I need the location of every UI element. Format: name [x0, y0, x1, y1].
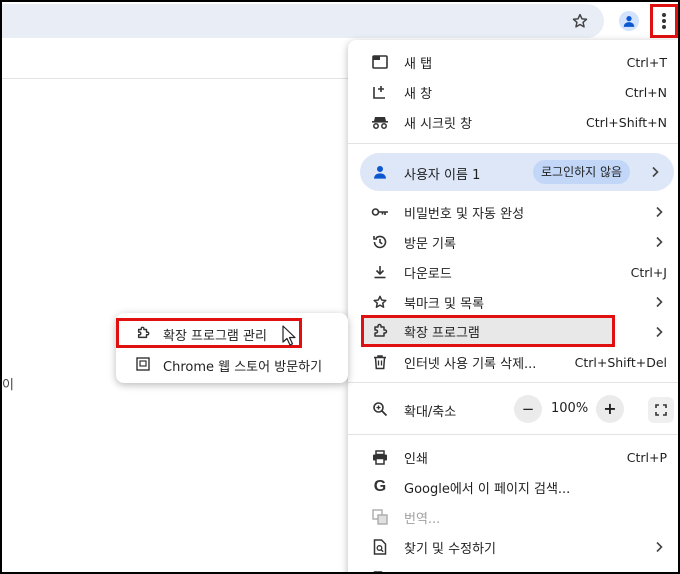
menu-item-find-edit[interactable]: 찾기 및 수정하기	[348, 532, 680, 562]
chevron-right-icon	[656, 206, 663, 218]
person-icon	[370, 162, 390, 182]
menu-item-label: 북마크 및 목록	[404, 296, 485, 312]
fullscreen-icon	[655, 404, 667, 416]
extensions-submenu: 확장 프로그램 관리 Chrome 웹 스토어 방문하기	[116, 313, 348, 383]
menu-item-translate[interactable]: 번역...	[348, 502, 680, 532]
menu-item-label: 확장 프로그램	[404, 325, 480, 341]
menu-item-bookmarks[interactable]: 북마크 및 목록	[348, 287, 680, 317]
submenu-item-label: Chrome 웹 스토어 방문하기	[163, 360, 323, 375]
chrome-main-menu: 새 탭 Ctrl+T 새 창 Ctrl+N 새 시크릿 창 Ctrl+Shift…	[348, 40, 680, 574]
page-icon	[371, 570, 389, 574]
submenu-item-web-store[interactable]: Chrome 웹 스토어 방문하기	[116, 349, 348, 379]
menu-divider	[348, 382, 680, 383]
menu-item-clear-browsing-data[interactable]: 인터넷 사용 기록 삭제... Ctrl+Shift+Del	[348, 347, 680, 377]
web-store-icon	[135, 356, 151, 372]
menu-item-print[interactable]: 인쇄 Ctrl+P	[348, 442, 680, 472]
profile-button[interactable]	[617, 9, 641, 33]
printer-icon	[371, 448, 389, 466]
menu-item-shortcut: Ctrl+Shift+N	[586, 114, 667, 130]
menu-item-search-google[interactable]: G Google에서 이 페이지 검색...	[348, 472, 680, 502]
find-page-icon	[371, 538, 389, 556]
menu-item-shortcut: Ctrl+Shift+Del	[574, 354, 667, 370]
page-divider	[0, 78, 350, 79]
translate-icon	[371, 508, 389, 526]
chrome-menu-button[interactable]	[650, 4, 678, 38]
new-tab-icon	[371, 53, 389, 71]
new-window-icon	[371, 83, 389, 101]
chevron-right-icon	[656, 236, 663, 248]
zoom-icon	[371, 400, 389, 418]
menu-item-label: 인쇄	[404, 451, 428, 467]
profile-avatar	[619, 11, 639, 31]
menu-item-downloads[interactable]: 다운로드 Ctrl+J	[348, 257, 680, 287]
menu-divider	[348, 143, 680, 144]
profile-icon	[623, 16, 635, 27]
trash-icon	[371, 353, 389, 371]
menu-item-label: 새 탭	[404, 56, 433, 72]
menu-divider	[348, 434, 680, 435]
menu-item-label: 다운로드	[404, 266, 452, 282]
incognito-icon	[371, 113, 389, 131]
chevron-right-icon	[652, 166, 659, 178]
submenu-item-label: 확장 프로그램 관리	[163, 329, 267, 344]
key-icon	[371, 203, 389, 221]
menu-item-label: 비밀번호 및 자동 완성	[404, 206, 525, 222]
download-icon	[371, 263, 389, 281]
menu-item-label: 새 창	[404, 86, 433, 102]
zoom-in-button[interactable]: +	[596, 395, 624, 423]
browser-toolbar	[0, 0, 680, 44]
zoom-label: 확대/축소	[404, 405, 457, 420]
menu-item-partial[interactable]	[348, 564, 680, 574]
menu-item-label: 찾기 및 수정하기	[404, 541, 496, 557]
profile-name: 사용자 이름 1	[404, 168, 481, 183]
history-icon	[371, 233, 389, 251]
menu-item-new-tab[interactable]: 새 탭 Ctrl+T	[348, 47, 680, 77]
chevron-right-icon	[656, 541, 663, 553]
menu-item-extensions[interactable]: 확장 프로그램	[348, 316, 680, 346]
kebab-menu-icon	[662, 13, 666, 29]
plus-icon: +	[603, 399, 617, 418]
menu-item-label: 번역...	[404, 511, 441, 527]
menu-item-label: 인터넷 사용 기록 삭제...	[404, 356, 537, 372]
zoom-out-button[interactable]: −	[514, 395, 542, 423]
bookmark-star-button[interactable]	[568, 9, 592, 33]
menu-item-shortcut: Ctrl+N	[624, 84, 667, 100]
google-icon: G	[373, 478, 387, 495]
puzzle-icon	[371, 322, 389, 340]
menu-item-shortcut: Ctrl+T	[626, 54, 667, 70]
menu-item-label: 새 시크릿 창	[404, 116, 473, 132]
menu-item-shortcut: Ctrl+P	[626, 449, 667, 465]
zoom-level-value: 100%	[551, 401, 589, 416]
fullscreen-button[interactable]	[648, 397, 674, 423]
page-text-fragment: 이	[2, 378, 14, 393]
chevron-right-icon	[656, 326, 663, 338]
signin-status-badge: 로그인하지 않음	[533, 160, 631, 184]
star-icon	[572, 13, 588, 28]
submenu-item-manage-extensions[interactable]: 확장 프로그램 관리	[116, 318, 348, 348]
menu-zoom-row: 확대/축소 − 100% +	[348, 392, 680, 426]
menu-item-label: Google에서 이 페이지 검색...	[404, 481, 571, 497]
menu-item-history[interactable]: 방문 기록	[348, 227, 680, 257]
menu-item-passwords[interactable]: 비밀번호 및 자동 완성	[348, 197, 680, 227]
minus-icon: −	[521, 399, 535, 418]
mouse-cursor-icon	[282, 325, 296, 346]
puzzle-icon	[135, 325, 151, 341]
star-outline-icon	[371, 293, 389, 311]
menu-item-label: 방문 기록	[404, 236, 456, 252]
address-bar[interactable]	[0, 4, 604, 38]
chevron-right-icon	[656, 296, 663, 308]
menu-item-shortcut: Ctrl+J	[630, 264, 667, 280]
menu-item-incognito[interactable]: 새 시크릿 창 Ctrl+Shift+N	[348, 107, 680, 137]
menu-profile-row[interactable]: 사용자 이름 1 로그인하지 않음	[360, 153, 674, 191]
menu-item-new-window[interactable]: 새 창 Ctrl+N	[348, 77, 680, 107]
